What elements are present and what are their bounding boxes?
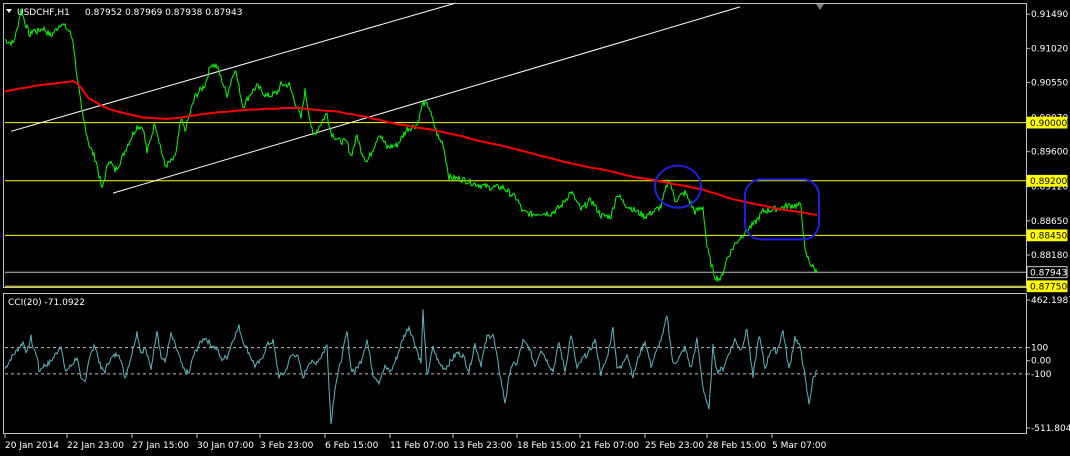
level-tag-label: 0.88450 [1030, 232, 1067, 242]
chart-shift-marker-icon[interactable] [816, 4, 824, 10]
x-tick-label: 6 Feb 15:00 [325, 441, 379, 451]
symbol-dropdown-icon[interactable] [6, 9, 12, 13]
channel-line [10, 2, 456, 132]
x-tick-label: 5 Mar 07:00 [772, 441, 827, 451]
highlight-circle [654, 164, 702, 209]
cci-y-tick-label: -511.8047 [1031, 424, 1070, 434]
chart-canvas: 0.914900.910200.905500.900700.896000.891… [3, 2, 1070, 451]
price-y-tick-label: 0.88650 [1031, 217, 1068, 227]
x-tick-label: 18 Feb 15:00 [517, 441, 576, 451]
x-tick-label: 27 Jan 15:00 [132, 441, 189, 451]
cci-y-tick-label: -100 [1031, 370, 1052, 380]
price-y-tick-label: 0.88180 [1031, 251, 1068, 261]
x-tick-label: 20 Jan 2014 [5, 441, 59, 451]
level-tag-label: 0.89200 [1030, 177, 1067, 187]
x-tick-label: 21 Feb 07:00 [580, 441, 639, 451]
level-tag-label: 0.87750 [1030, 282, 1067, 292]
chart-window: 0.914900.910200.905500.900700.896000.891… [0, 0, 1070, 456]
level-tag-label: 0.90000 [1030, 119, 1067, 129]
x-tick-label: 28 Feb 15:00 [707, 441, 766, 451]
level-tag-label: 0.87943 [1030, 268, 1067, 278]
cci-y-tick-label: 0.00 [1031, 357, 1051, 367]
x-tick-label: 25 Feb 23:00 [645, 441, 704, 451]
price-y-tick-label: 0.89600 [1031, 148, 1068, 158]
price-y-tick-label: 0.90550 [1031, 79, 1068, 89]
price-y-tick-label: 0.91490 [1031, 10, 1068, 20]
x-tick-label: 30 Jan 07:00 [197, 441, 254, 451]
x-tick-label: 22 Jan 23:00 [67, 441, 124, 451]
price-y-tick-label: 0.91020 [1031, 44, 1068, 54]
cci-indicator-label: CCI(20) -71.0922 [8, 298, 85, 308]
x-tick-label: 11 Feb 07:00 [390, 441, 449, 451]
ohlc-label: 0.87952 0.87969 0.87938 0.87943 [85, 8, 242, 18]
cci-y-tick-label: 462.1987 [1031, 296, 1070, 306]
x-tick-label: 13 Feb 23:00 [453, 441, 512, 451]
cci-y-tick-label: 100 [1031, 344, 1048, 354]
cci-series-line [4, 309, 818, 425]
channel-line [112, 6, 741, 194]
price-series-line [4, 8, 818, 283]
x-tick-label: 3 Feb 23:00 [260, 441, 314, 451]
symbol-label: USDCHF,H1 [17, 8, 70, 18]
price-pane-frame [3, 3, 1027, 288]
